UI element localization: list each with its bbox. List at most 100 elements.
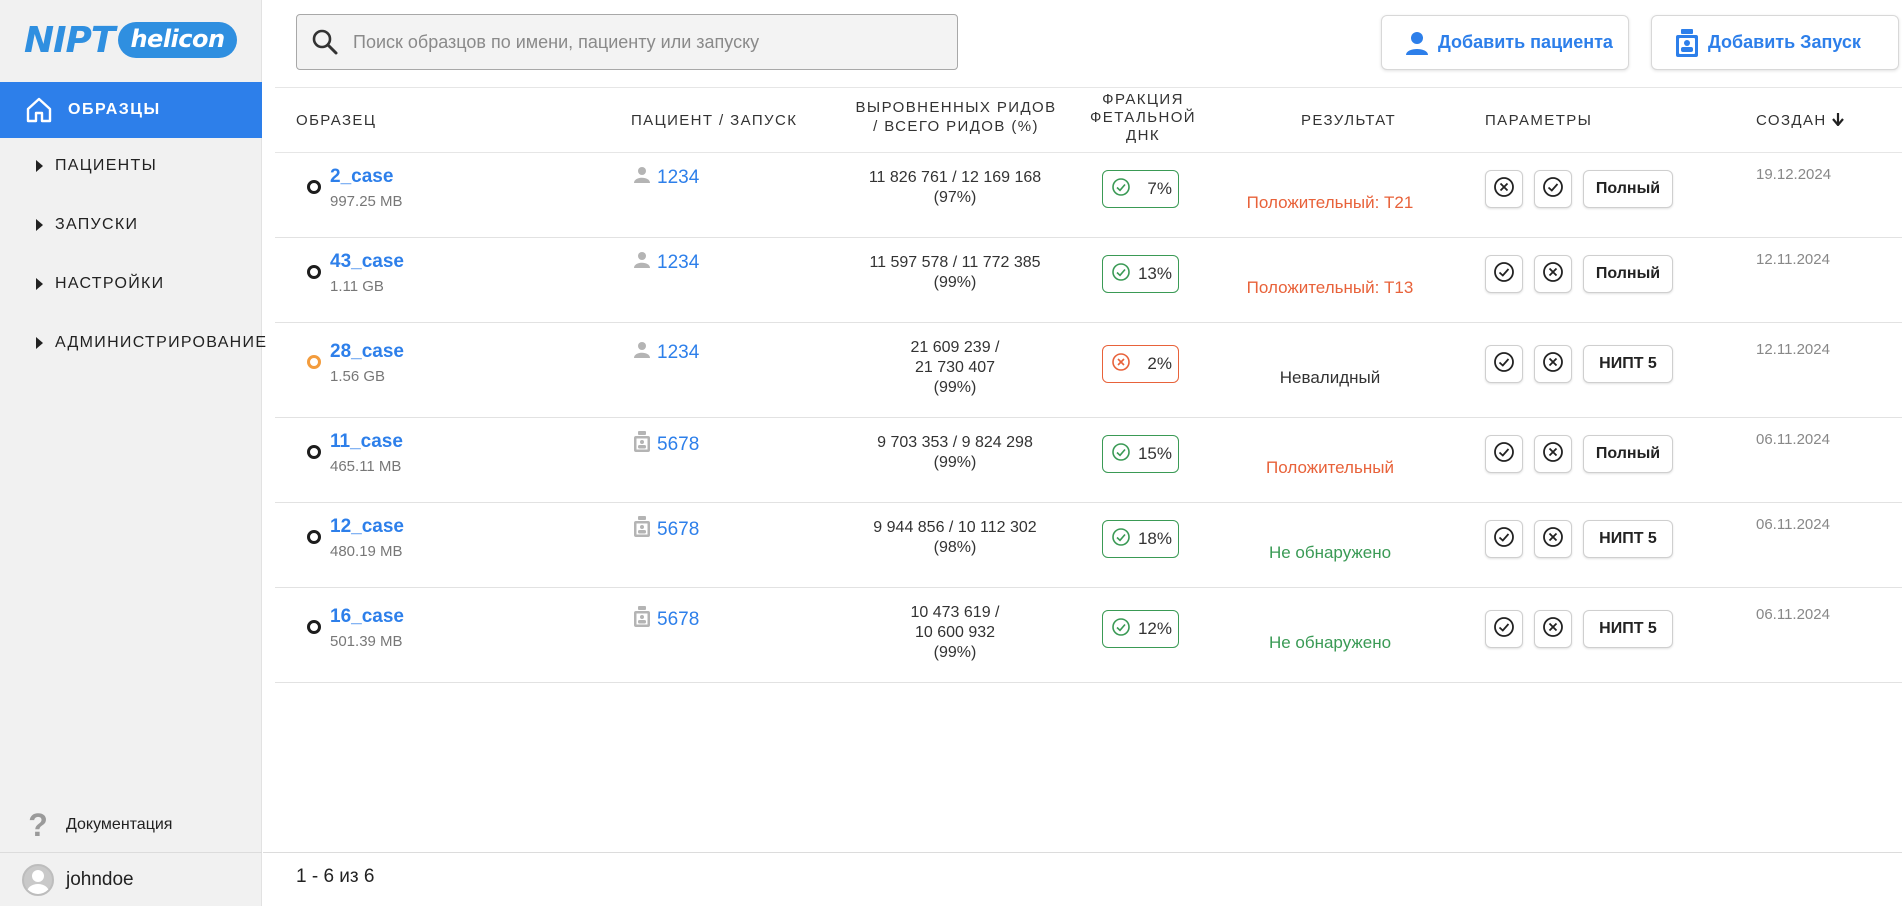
username: johndoe [66,868,134,890]
add-run-button[interactable]: Добавить Запуск [1651,15,1899,70]
add-patient-button[interactable]: Добавить пациента [1381,15,1629,70]
header-fraction-line2[interactable]: ФЕТАЛЬНОЙ [1083,109,1203,126]
mode-button[interactable]: Полный [1583,435,1673,473]
sample-name-link[interactable]: 16_case [330,606,404,628]
run-icon [633,431,651,458]
header-reads-line1[interactable]: ВЫРОВНЕННЫХ РИДОВ [851,99,1061,116]
reads-count: 9 703 353 / 9 824 298 (99%) [855,433,1055,473]
mode-button[interactable]: Полный [1583,170,1673,208]
result-text: Положительный: T21 [1246,193,1414,212]
check-circle-icon [1103,262,1131,287]
sidebar: NIPT helicon ОБРАЗЦЫ ПАЦИЕНТЫ ЗАПУСКИ НА… [0,0,266,906]
header-fraction-line1[interactable]: ФРАКЦИЯ [1083,91,1203,108]
x-circle-icon [1542,261,1564,288]
sample-size: 501.39 MB [330,633,403,650]
sidebar-item-runs[interactable]: ЗАПУСКИ [0,205,262,245]
table-row[interactable]: 28_case 1.56 GB 1234 21 609 239 / 21 730… [275,323,1902,418]
sidebar-item-settings[interactable]: НАСТРОЙКИ [0,264,262,304]
reads-line2: (99%) [933,454,977,471]
fetal-fraction-badge: 2% [1102,345,1179,383]
app-logo[interactable]: NIPT helicon [24,19,237,61]
fetal-fraction-value: 7% [1147,179,1172,198]
mode-button[interactable]: НИПТ 5 [1583,610,1673,648]
mode-button[interactable]: НИПТ 5 [1583,520,1673,558]
check-circle-icon [1103,442,1131,467]
run-icon [633,516,651,543]
sample-size: 1.11 GB [330,278,384,295]
param-toggle-2[interactable] [1534,435,1572,473]
param-toggle-2[interactable] [1534,170,1572,208]
fetal-fraction-value: 18% [1137,529,1172,548]
user-menu[interactable]: johndoe [0,852,262,906]
table-row[interactable]: 16_case 501.39 MB 5678 10 473 619 / 10 6… [275,588,1902,683]
sample-name-link[interactable]: 2_case [330,166,393,188]
patient-run-link[interactable]: 1234 [633,251,699,274]
sidebar-item-label: НАСТРОЙКИ [55,275,165,292]
created-date: 06.11.2024 [1756,606,1830,623]
fetal-fraction-value: 13% [1137,264,1172,283]
reads-count: 21 609 239 / 21 730 407 (99%) [855,338,1055,398]
param-toggle-1[interactable] [1485,520,1523,558]
search-box[interactable] [296,14,958,70]
check-circle-icon [1493,616,1515,643]
reads-count: 9 944 856 / 10 112 302 (98%) [855,518,1055,558]
caret-right-icon [36,337,43,349]
header-created[interactable]: СОЗДАН [1756,112,1845,129]
header-reads-line2[interactable]: / ВСЕГО РИДОВ (%) [851,118,1061,135]
param-toggle-2[interactable] [1534,610,1572,648]
patient-run-link[interactable]: 1234 [633,341,699,364]
reads-line1: 21 609 239 / [910,339,1000,356]
sample-name-link[interactable]: 11_case [330,431,403,453]
sidebar-item-samples[interactable]: ОБРАЗЦЫ [0,82,262,138]
sample-name-link[interactable]: 12_case [330,516,404,538]
sample-name-link[interactable]: 43_case [330,251,404,273]
sidebar-item-patients[interactable]: ПАЦИЕНТЫ [0,146,262,186]
patient-run-link[interactable]: 5678 [633,516,699,543]
table-row[interactable]: 2_case 997.25 MB 1234 11 826 761 / 12 16… [275,153,1902,238]
sample-name-link[interactable]: 28_case [330,341,404,363]
header-result[interactable]: РЕЗУЛЬТАТ [1301,112,1396,129]
param-toggle-1[interactable] [1485,255,1523,293]
patient-run-id: 1234 [657,166,700,188]
table-row[interactable]: 43_case 1.11 GB 1234 11 597 578 / 11 772… [275,238,1902,323]
param-toggle-2[interactable] [1534,520,1572,558]
header-patient-run[interactable]: ПАЦИЕНТ / ЗАПУСК [631,112,797,129]
header-sample[interactable]: ОБРАЗЕЦ [296,112,376,129]
result-text: Положительный: T13 [1246,278,1414,297]
search-icon [312,29,338,55]
logo-text: NIPT [24,19,115,61]
param-toggle-1[interactable] [1485,435,1523,473]
fetal-fraction-badge: 7% [1102,170,1179,208]
caret-right-icon [36,278,43,290]
patient-run-link[interactable]: 5678 [633,606,699,633]
mode-button[interactable]: Полный [1583,255,1673,293]
docs-label: Документация [66,816,173,833]
sidebar-item-label: ОБРАЗЦЫ [68,101,161,118]
check-circle-icon [1493,351,1515,378]
table-row[interactable]: 12_case 480.19 MB 5678 9 944 856 / 10 11… [275,503,1902,588]
reads-line1: 9 944 856 / 10 112 302 [873,519,1037,536]
sidebar-item-docs[interactable]: ? Документация [0,805,262,845]
header-params[interactable]: ПАРАМЕТРЫ [1485,112,1592,129]
person-icon [633,251,651,274]
param-toggle-2[interactable] [1534,255,1572,293]
mode-button[interactable]: НИПТ 5 [1583,345,1673,383]
header-created-label: СОЗДАН [1756,112,1827,129]
patient-run-link[interactable]: 1234 [633,166,699,189]
status-dot [307,445,321,459]
x-circle-icon [1493,176,1515,203]
table-row[interactable]: 11_case 465.11 MB 5678 9 703 353 / 9 824… [275,418,1902,503]
status-dot [307,620,321,634]
sidebar-item-admin[interactable]: АДМИНИСТРИРОВАНИЕ [0,323,266,363]
check-circle-icon [1493,441,1515,468]
param-toggle-1[interactable] [1485,170,1523,208]
param-toggle-1[interactable] [1485,345,1523,383]
search-input[interactable] [353,31,933,53]
param-toggle-1[interactable] [1485,610,1523,648]
param-toggle-2[interactable] [1534,345,1572,383]
fetal-fraction-badge: 13% [1102,255,1179,293]
patient-run-link[interactable]: 5678 [633,431,699,458]
header-fraction-line3[interactable]: ДНК [1083,127,1203,144]
person-icon [633,341,651,364]
result-text: Невалидный [1279,368,1381,387]
